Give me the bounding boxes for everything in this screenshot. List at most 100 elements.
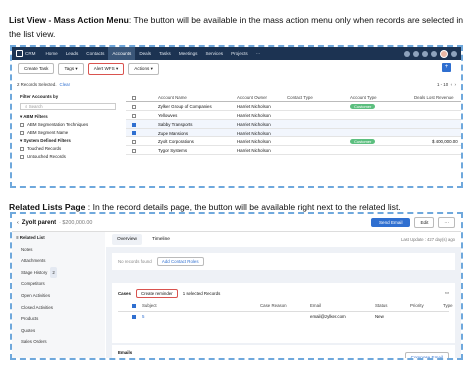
nav-accounts[interactable]: Accounts: [108, 47, 136, 60]
nav-projects[interactable]: Projects: [227, 47, 252, 60]
nav-more[interactable]: ···: [252, 47, 265, 60]
account-type-pill: Customer: [350, 103, 376, 109]
notification-icon[interactable]: [413, 50, 419, 57]
col-contact-type[interactable]: Contact Type: [287, 95, 313, 100]
actions-label: Actions: [134, 65, 150, 71]
sidebar-item-stage-history[interactable]: Stage History 2: [12, 266, 105, 279]
case-subject[interactable]: 5: [142, 314, 144, 319]
account-owner: Harriet Nicholson: [237, 130, 271, 136]
table-row[interactable]: Sabby Transports Harriet Nicholson: [126, 119, 461, 129]
row-checkbox[interactable]: [132, 139, 139, 145]
account-name[interactable]: Zyolt Corporations: [158, 139, 194, 144]
send-email-button[interactable]: Send Email: [370, 218, 411, 227]
edit-button[interactable]: Edit: [414, 217, 435, 228]
sidebar-item-products[interactable]: Products: [12, 313, 105, 325]
sidebar-item-open-activities[interactable]: Open Activities: [12, 290, 105, 302]
nav-leads[interactable]: Leads: [62, 47, 83, 60]
table-row[interactable]: Yellowves Harriet Nicholson: [126, 111, 461, 120]
table-row[interactable]: Zyolt Corporations Harriet Nicholson Custo…: [126, 137, 461, 147]
filter-item[interactable]: ABM Segment Name: [16, 129, 122, 137]
nav-contacts[interactable]: Contacts: [82, 47, 108, 60]
col-account-type[interactable]: Account Type: [350, 95, 377, 100]
abm-filters-heading[interactable]: ▾ ABM Filters: [16, 113, 122, 121]
crm-logo[interactable]: CRM: [16, 47, 35, 60]
create-reminder-button[interactable]: Create reminder: [135, 288, 178, 298]
table-row[interactable]: Zylker Group of Companies Harriet Nichols…: [126, 102, 461, 111]
tags-button[interactable]: Tags ▾: [58, 62, 84, 75]
nav-deals[interactable]: Deals: [135, 47, 155, 60]
table-row[interactable]: Zupe Mansions Harriet Nicholson: [126, 128, 461, 138]
nav-meetings[interactable]: Meetings: [175, 47, 202, 60]
actions-button[interactable]: Actions ▾: [128, 62, 159, 75]
filter-item[interactable]: Touched Records: [16, 145, 122, 153]
filter-search-input[interactable]: ⌕ Search: [20, 103, 116, 110]
row-checkbox[interactable]: [132, 122, 139, 127]
selection-bar: 2 Records Selected. Clear 1 - 10 ‹ ›: [17, 80, 456, 88]
sys-heading-label: System Defined Filters: [23, 138, 71, 143]
filter-item[interactable]: ABM Segmentation Techniques: [16, 121, 122, 129]
row-checkbox[interactable]: [132, 113, 139, 118]
col-account-name[interactable]: Account Name: [158, 95, 187, 100]
col-type: Type: [443, 303, 453, 308]
row-checkbox[interactable]: [132, 148, 139, 154]
nav-services[interactable]: Services: [201, 47, 227, 60]
checkbox[interactable]: [20, 122, 24, 127]
select-all-checkbox[interactable]: [132, 95, 139, 100]
nav-home[interactable]: Home: [41, 47, 61, 60]
filter-item-label: Touched Records: [27, 146, 62, 151]
col-status: Status: [375, 303, 388, 308]
add-icon[interactable]: +: [442, 63, 451, 72]
row-checkbox[interactable]: [132, 131, 139, 136]
back-icon[interactable]: ‹: [17, 220, 19, 226]
settings-icon[interactable]: [431, 50, 437, 57]
table-row[interactable]: 5 email@zylker.com New: [118, 312, 449, 323]
sidebar-item-quotes[interactable]: Quotes: [12, 325, 105, 337]
tab-overview[interactable]: Overview: [112, 234, 142, 245]
compose-email-button[interactable]: Compose Email: [404, 352, 449, 358]
sidebar-item-sales-orders[interactable]: Sales Orders: [12, 336, 105, 348]
pagination: 1 - 10 ‹ ›: [436, 81, 456, 87]
col-account-owner[interactable]: Account Owner: [237, 95, 267, 100]
row-checkbox[interactable]: [132, 104, 139, 109]
calendar-icon[interactable]: [422, 50, 428, 57]
grid-icon[interactable]: ▭: [445, 290, 449, 296]
abm-heading-label: ABM Filters: [23, 114, 48, 119]
checkbox[interactable]: [20, 146, 24, 151]
account-name[interactable]: Yellowves: [158, 113, 177, 118]
more-button[interactable]: ···: [438, 217, 455, 228]
sidebar-item-competitors[interactable]: Competitors: [12, 278, 105, 290]
section1-paragraph: List View - Mass Action Menu: The button…: [9, 13, 469, 41]
apps-icon[interactable]: [451, 50, 457, 57]
alert-wfs-button[interactable]: Alert WFS ▾: [87, 62, 125, 75]
system-filters-heading[interactable]: ▾ System Defined Filters: [16, 137, 122, 145]
add-contact-roles-button[interactable]: Add Contact Roles: [156, 257, 204, 266]
sidebar-item-notes[interactable]: Notes: [12, 244, 105, 256]
sidebar-item-attachments[interactable]: Attachments: [12, 255, 105, 267]
account-owner: Harriet Nicholson: [237, 148, 271, 154]
last-update: Last Update : 427 day(s) ago: [400, 237, 455, 242]
col-deals-lost-revenue[interactable]: Deals Lost Revenue: [414, 95, 454, 100]
nav-tasks[interactable]: Tasks: [155, 47, 175, 60]
clear-link[interactable]: Clear: [60, 82, 71, 87]
checkbox[interactable]: [20, 130, 24, 135]
sidebar-item-closed-activities[interactable]: Closed Activities: [12, 302, 105, 314]
account-name[interactable]: Zylker Group of Companies: [158, 104, 212, 109]
account-name[interactable]: Zupe Mansions: [158, 131, 188, 136]
search-icon[interactable]: [404, 50, 410, 57]
account-name[interactable]: Sabby Transports: [158, 122, 192, 127]
account-type: Customer: [350, 139, 376, 145]
row-checkbox[interactable]: [132, 314, 139, 319]
no-records-text: No records found: [118, 259, 152, 264]
sidebar-item-label: Stage History: [21, 269, 48, 275]
filter-search-placeholder: Search: [28, 104, 43, 109]
section1-heading: List View - Mass Action Menu: [9, 15, 129, 25]
create-task-button[interactable]: Create Task: [18, 63, 55, 74]
select-all-checkbox[interactable]: [132, 303, 139, 308]
alert-wfs-label: Alert WFS: [93, 65, 115, 71]
tab-timeline[interactable]: Timeline: [152, 237, 170, 242]
filter-item[interactable]: Untouched Records: [16, 153, 122, 161]
account-name[interactable]: Tygor Systems: [158, 148, 187, 153]
avatar[interactable]: [440, 49, 448, 58]
checkbox[interactable]: [20, 154, 24, 159]
table-row[interactable]: Tygor Systems Harriet Nicholson: [126, 146, 461, 156]
